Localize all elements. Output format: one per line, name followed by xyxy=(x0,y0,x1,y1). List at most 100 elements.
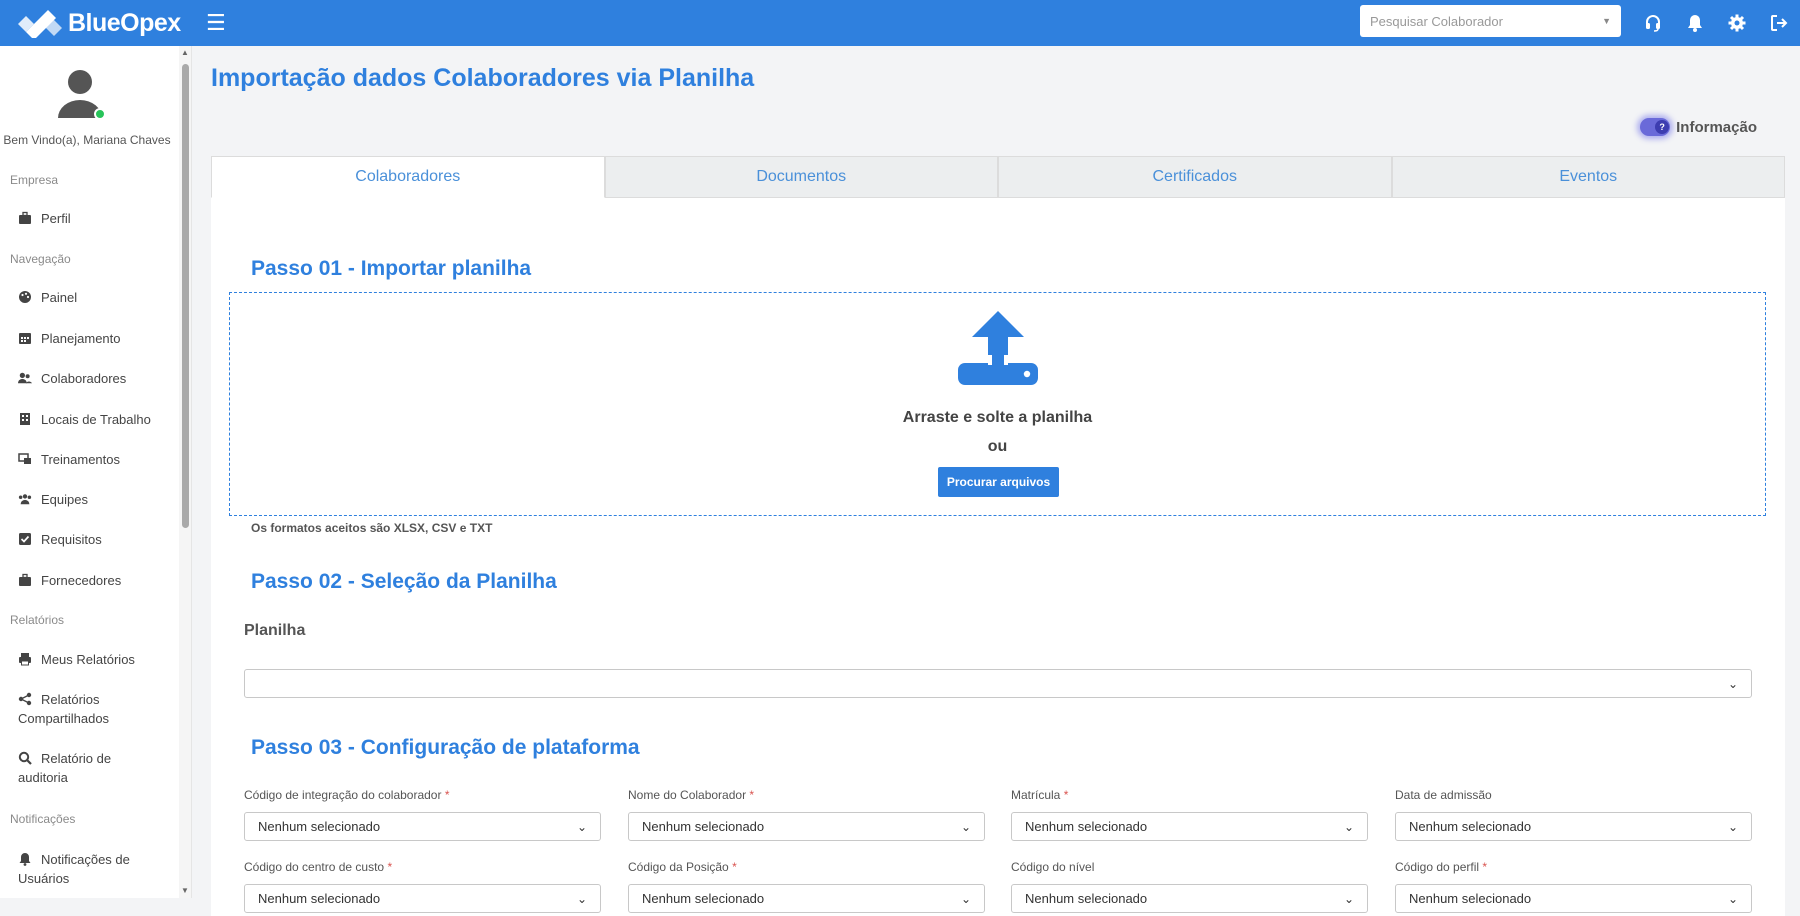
select-codigo-perfil[interactable]: Nenhum selecionado ⌄ xyxy=(1395,884,1752,913)
sidebar-item-label: Planejamento xyxy=(41,331,121,346)
sidebar-item-colaboradores[interactable]: Colaboradores xyxy=(18,369,168,388)
chevron-down-icon: ⌄ xyxy=(1727,819,1738,834)
field-label-codigo-perfil: Código do perfil * xyxy=(1395,860,1488,874)
select-centro-custo[interactable]: Nenhum selecionado ⌄ xyxy=(244,884,601,913)
gear-icon[interactable] xyxy=(1716,0,1758,46)
field-label-codigo-nivel: Código do nível xyxy=(1011,860,1095,874)
briefcase-icon xyxy=(19,573,31,586)
tab-bar: Colaboradores Documentos Certificados Ev… xyxy=(211,156,1785,198)
calendar-icon xyxy=(19,333,31,344)
bell-icon xyxy=(19,853,31,866)
select-data-admissao[interactable]: Nenhum selecionado ⌄ xyxy=(1395,812,1752,841)
chevron-down-icon: ⌄ xyxy=(1343,891,1354,906)
search-icon xyxy=(18,751,32,765)
logout-icon[interactable] xyxy=(1758,0,1800,46)
tab-colaboradores[interactable]: Colaboradores xyxy=(211,156,605,198)
logo-icon xyxy=(18,10,62,38)
sidebar-item-relatorio-auditoria[interactable]: Relatório de auditoria xyxy=(18,749,168,787)
info-label: Informação xyxy=(1676,118,1757,136)
step1-title: Passo 01 - Importar planilha xyxy=(251,257,532,280)
planilha-label: Planilha xyxy=(244,622,306,639)
step3-title: Passo 03 - Configuração de plataforma xyxy=(251,736,640,759)
section-navegacao: Navegação xyxy=(10,252,71,266)
planilha-select[interactable]: ⌄ xyxy=(244,669,1752,698)
tab-eventos[interactable]: Eventos xyxy=(1391,156,1785,198)
sidebar-item-label-line2: Compartilhados xyxy=(18,711,110,726)
search-placeholder: Pesquisar Colaborador xyxy=(1370,13,1503,29)
chevron-down-icon: ⌄ xyxy=(576,819,587,834)
brand-logo[interactable]: BlueOpex xyxy=(18,8,194,38)
sidebar-item-label: Meus Relatórios xyxy=(41,652,135,667)
import-card: Colaboradores Documentos Certificados Ev… xyxy=(211,156,1785,916)
scroll-up-arrow-icon[interactable]: ▲ xyxy=(181,48,189,57)
sidebar-item-label: Perfil xyxy=(41,211,71,226)
sidebar-item-equipes[interactable]: Equipes xyxy=(18,490,168,509)
field-label-nome-colaborador: Nome do Colaborador * xyxy=(628,788,755,802)
info-toggle[interactable]: ? Informação xyxy=(1640,118,1757,136)
sidebar-item-treinamentos[interactable]: Treinamentos xyxy=(18,450,168,469)
field-label-data-admissao: Data de admissão xyxy=(1395,788,1492,802)
select-codigo-posicao[interactable]: Nenhum selecionado ⌄ xyxy=(628,884,985,913)
question-icon: ? xyxy=(1655,120,1670,134)
chevron-down-icon: ⌄ xyxy=(576,891,587,906)
laptop-icon xyxy=(18,453,31,464)
step2-title: Passo 02 - Seleção da Planilha xyxy=(251,570,557,593)
tab-documentos[interactable]: Documentos xyxy=(604,156,998,198)
or-text: ou xyxy=(987,438,1008,455)
sidebar-item-label: Equipes xyxy=(41,492,88,507)
field-label-codigo-posicao: Código da Posição * xyxy=(628,860,737,874)
sidebar-item-label: Treinamentos xyxy=(41,452,120,467)
welcome-text: Bem Vindo(a), Mariana Chaves xyxy=(3,133,171,147)
sidebar-item-fornecedores[interactable]: Fornecedores xyxy=(18,571,168,590)
palette-icon xyxy=(19,291,31,303)
upload-icon xyxy=(958,311,1038,385)
sidebar-item-label: Relatórios xyxy=(41,692,100,707)
printer-icon xyxy=(19,653,31,666)
sidebar-scrollbar[interactable]: ▲ ▼ xyxy=(179,46,191,898)
user-avatar[interactable] xyxy=(58,68,106,120)
sidebar-item-relatorios-compartilhados[interactable]: Relatórios Compartilhados xyxy=(18,690,168,728)
scroll-down-arrow-icon[interactable]: ▼ xyxy=(181,886,189,895)
brand-name: BlueOpex xyxy=(68,8,181,37)
sidebar-item-notificacoes-usuarios[interactable]: Notificações de Usuários xyxy=(18,850,168,888)
scrollbar-thumb[interactable] xyxy=(182,64,189,528)
select-nome-colaborador[interactable]: Nenhum selecionado ⌄ xyxy=(628,812,985,841)
drop-instruction: Arraste e solte a planilha xyxy=(902,409,1093,426)
sidebar-item-label-line2: Usuários xyxy=(18,871,70,886)
field-label-matricula: Matrícula * xyxy=(1011,788,1069,802)
file-drop-zone[interactable]: Arraste e solte a planilha ou Procurar a… xyxy=(229,292,1766,516)
team-icon xyxy=(18,494,32,505)
sidebar-item-label-line2: auditoria xyxy=(18,770,68,785)
chevron-down-icon: ⌄ xyxy=(1727,891,1738,906)
sidebar-item-requisitos[interactable]: Requisitos xyxy=(18,530,168,549)
field-label-centro-custo: Código do centro de custo * xyxy=(244,860,393,874)
headset-icon[interactable] xyxy=(1632,0,1674,46)
sidebar-item-locais-de-trabalho[interactable]: Locais de Trabalho xyxy=(18,410,168,429)
chevron-down-icon: ⌄ xyxy=(1343,819,1354,834)
select-matricula[interactable]: Nenhum selecionado ⌄ xyxy=(1011,812,1368,841)
sidebar-item-perfil[interactable]: Perfil xyxy=(18,209,168,228)
sidebar-item-label: Painel xyxy=(41,290,78,305)
section-relatorios: Relatórios xyxy=(10,613,65,627)
tab-certificados[interactable]: Certificados xyxy=(998,156,1392,198)
sidebar-item-meus-relatorios[interactable]: Meus Relatórios xyxy=(18,650,168,669)
select-codigo-integracao[interactable]: Nenhum selecionado ⌄ xyxy=(244,812,601,841)
bell-icon[interactable] xyxy=(1674,0,1716,46)
building-icon xyxy=(20,413,30,425)
browse-files-button[interactable]: Procurar arquivos xyxy=(938,467,1059,497)
chevron-down-icon: ⌄ xyxy=(960,819,971,834)
sidebar-item-label: Notificações de xyxy=(41,852,130,867)
chevron-down-icon: ⌄ xyxy=(960,891,971,906)
info-switch[interactable]: ? xyxy=(1640,118,1671,136)
select-codigo-nivel[interactable]: Nenhum selecionado ⌄ xyxy=(1011,884,1368,913)
share-icon xyxy=(18,692,32,706)
search-colaborador-select[interactable]: Pesquisar Colaborador ▼ xyxy=(1360,5,1621,37)
sidebar-item-painel[interactable]: Painel xyxy=(18,288,168,307)
checkbox-icon xyxy=(19,533,31,545)
sidebar-item-label: Relatório de xyxy=(41,751,112,766)
accepted-formats-text: Os formatos aceitos são XLSX, CSV e TXT xyxy=(251,521,493,535)
briefcase-icon xyxy=(19,211,31,224)
menu-toggle-icon[interactable]: ☰ xyxy=(206,10,226,36)
sidebar-item-planejamento[interactable]: Planejamento xyxy=(18,329,168,348)
sidebar: ▲ ▼ Bem Vindo(a), Mariana Chaves Empresa… xyxy=(0,46,192,898)
